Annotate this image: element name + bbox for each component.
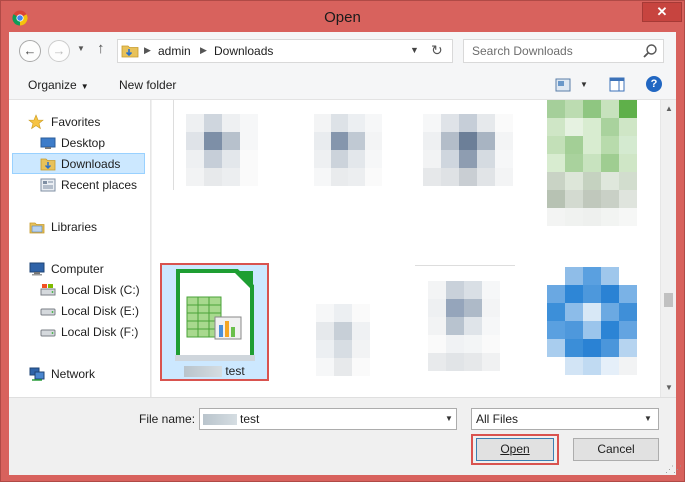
recent-places-icon xyxy=(40,178,56,192)
sidebar-item-computer[interactable]: Computer xyxy=(9,259,149,279)
title-bar[interactable]: Open ✕ xyxy=(1,1,684,33)
help-icon[interactable]: ? xyxy=(646,76,662,92)
back-button[interactable]: ← xyxy=(19,40,41,62)
sidebar-item-local-disk-e[interactable]: Local Disk (E:) xyxy=(9,301,149,321)
libraries-icon xyxy=(29,222,45,234)
view-options-dropdown-icon[interactable]: ▼ xyxy=(580,80,588,89)
scroll-up-icon[interactable]: ▲ xyxy=(665,104,673,113)
computer-icon xyxy=(29,262,45,276)
sidebar-label-computer: Computer xyxy=(51,262,104,276)
breadcrumb-admin[interactable]: admin xyxy=(158,44,191,58)
sidebar-label-local-disk-e: Local Disk (E:) xyxy=(61,304,140,318)
organize-dropdown-icon: ▼ xyxy=(80,82,89,91)
change-view-icon[interactable] xyxy=(555,78,571,92)
drive-icon xyxy=(40,308,56,316)
search-input[interactable]: Search Downloads xyxy=(463,39,664,63)
navigation-pane: Favorites Desktop Downloads Recent place… xyxy=(9,100,151,397)
resize-grip-icon[interactable]: ⋰⋰ xyxy=(665,464,682,475)
file-thumbnail-blurred[interactable] xyxy=(415,100,515,190)
downloads-folder-icon xyxy=(40,158,56,171)
file-thumbnail-blurred[interactable] xyxy=(292,100,387,190)
sidebar-label-network: Network xyxy=(51,367,96,381)
sidebar-item-desktop[interactable]: Desktop xyxy=(9,133,149,153)
file-name-label: File name: xyxy=(139,412,196,426)
scroll-down-icon[interactable]: ▼ xyxy=(665,383,673,392)
sidebar-item-recent-places[interactable]: Recent places xyxy=(9,175,149,195)
vertical-scrollbar[interactable]: ▲ ▼ xyxy=(660,100,676,397)
sidebar-item-network[interactable]: Network xyxy=(9,364,149,384)
drive-icon xyxy=(40,329,56,337)
file-name-input[interactable]: test ▼ xyxy=(199,408,457,430)
sidebar-item-libraries[interactable]: Libraries xyxy=(9,217,149,237)
file-name-value: test xyxy=(203,412,259,426)
file-thumbnail-blurred[interactable] xyxy=(292,290,387,380)
libreoffice-calc-spreadsheet-icon xyxy=(175,269,255,361)
redacted-text xyxy=(203,414,237,426)
search-placeholder: Search Downloads xyxy=(472,44,573,58)
file-name-text: test xyxy=(225,364,245,378)
sidebar-label-local-disk-c: Local Disk (C:) xyxy=(61,283,140,297)
file-thumbnail-blurred[interactable] xyxy=(544,265,644,380)
new-folder-button[interactable]: New folder xyxy=(119,78,176,92)
file-thumbnail-blurred[interactable] xyxy=(544,100,644,226)
refresh-icon[interactable]: ↻ xyxy=(431,42,443,59)
file-thumbnail-blurred[interactable] xyxy=(173,100,268,190)
sidebar-label-local-disk-f: Local Disk (F:) xyxy=(61,325,139,339)
sidebar-item-local-disk-c[interactable]: Local Disk (C:) xyxy=(9,280,149,300)
sidebar-item-local-disk-f[interactable]: Local Disk (F:) xyxy=(9,322,149,342)
address-bar[interactable]: ▶ admin ▶ Downloads ▼ ↻ xyxy=(117,39,453,63)
sidebar-item-favorites[interactable]: Favorites xyxy=(9,112,149,132)
file-type-value: All Files xyxy=(476,412,519,426)
preview-pane-icon[interactable] xyxy=(609,77,625,92)
desktop-icon xyxy=(40,137,56,149)
navigation-bar: ← → ▼ ↑ ▶ admin ▶ Downloads ▼ ↻ Search D… xyxy=(9,32,676,70)
file-type-select[interactable]: All Files ▼ xyxy=(471,408,659,430)
window-title: Open xyxy=(324,9,361,26)
system-drive-icon xyxy=(40,284,56,296)
organize-menu[interactable]: Organize ▼ xyxy=(28,78,89,92)
command-bar: Organize ▼ New folder ▼ ? xyxy=(9,70,676,100)
close-button[interactable]: ✕ xyxy=(642,2,682,22)
sidebar-item-downloads[interactable]: Downloads xyxy=(12,153,145,174)
breadcrumb-downloads[interactable]: Downloads xyxy=(214,44,273,58)
dialog-footer: File name: test ▼ All Files ▼ Open Cance… xyxy=(9,397,682,475)
organize-label: Organize xyxy=(28,78,77,92)
sidebar-label-desktop: Desktop xyxy=(61,136,106,150)
sidebar-label-downloads: Downloads xyxy=(61,157,121,171)
cancel-button[interactable]: Cancel xyxy=(573,438,659,461)
breadcrumb-separator-icon: ▶ xyxy=(144,45,151,55)
forward-button[interactable]: → xyxy=(48,40,70,62)
up-folder-button[interactable]: ↑ xyxy=(97,40,105,57)
network-icon xyxy=(29,367,45,381)
file-name-dropdown-icon[interactable]: ▼ xyxy=(445,414,453,423)
open-button[interactable]: Open xyxy=(476,438,554,461)
scrollbar-thumb[interactable] xyxy=(664,293,673,307)
search-icon[interactable] xyxy=(642,43,658,59)
dialog-client: ← → ▼ ↑ ▶ admin ▶ Downloads ▼ ↻ Search D… xyxy=(9,32,682,475)
recent-locations-dropdown-icon[interactable]: ▼ xyxy=(77,44,85,53)
sidebar-label-libraries: Libraries xyxy=(51,220,98,234)
downloads-folder-icon xyxy=(121,45,139,58)
star-icon xyxy=(28,114,44,130)
redacted-text xyxy=(184,366,223,378)
file-thumbnail-blurred[interactable] xyxy=(415,265,515,380)
file-name-label: test xyxy=(162,364,267,378)
file-item-test[interactable]: test xyxy=(160,263,269,381)
open-dialog-window: Open ✕ ← → ▼ ↑ ▶ admin ▶ Downloads ▼ ↻ S… xyxy=(0,0,685,482)
file-list[interactable]: test xyxy=(152,100,660,397)
address-dropdown-icon[interactable]: ▼ xyxy=(410,45,419,55)
sidebar-label-recent-places: Recent places xyxy=(61,178,138,192)
breadcrumb-separator-icon: ▶ xyxy=(200,45,207,55)
file-type-dropdown-icon: ▼ xyxy=(644,414,652,423)
sidebar-label-favorites: Favorites xyxy=(51,115,101,129)
